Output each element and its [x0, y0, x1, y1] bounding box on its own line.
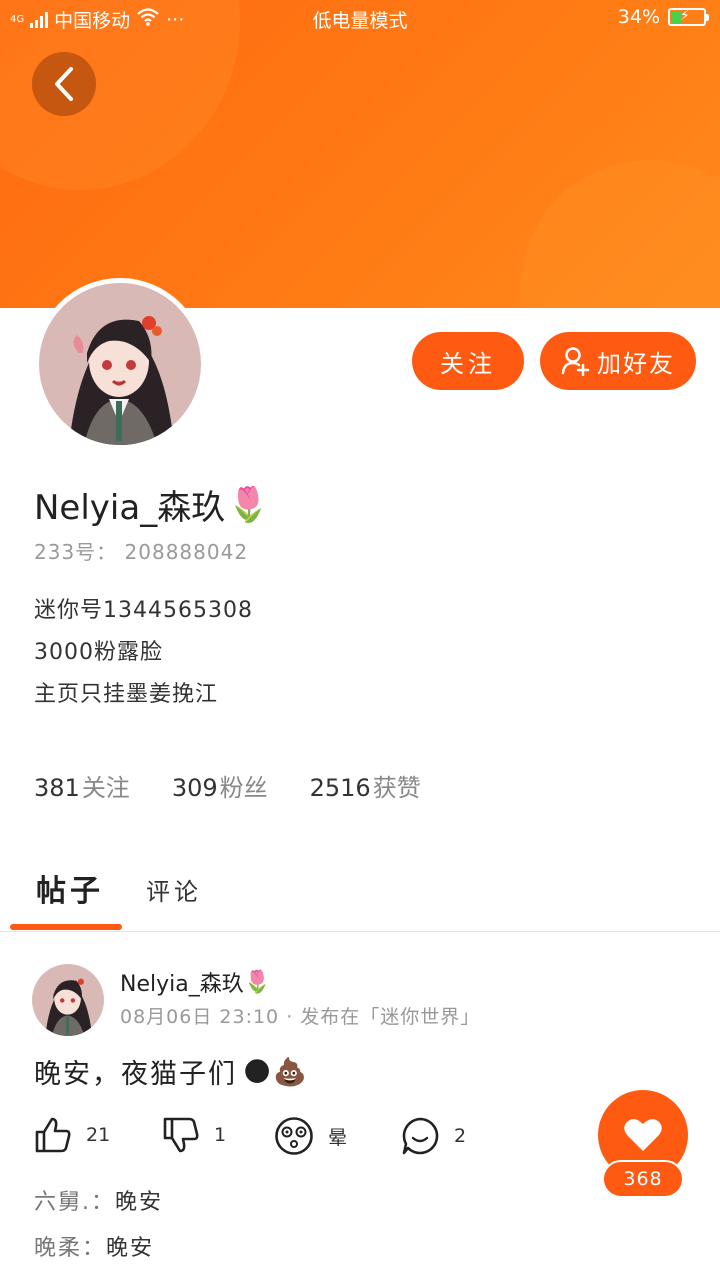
low-power-mode: 低电量模式 [312, 10, 408, 32]
comment-item[interactable]: 六舅.：晚安 [34, 1180, 163, 1226]
fans-label: 粉丝 [219, 774, 268, 802]
battery-icon: ⚡ [668, 8, 709, 26]
comment-text: 晚安 [115, 1190, 164, 1215]
post-author-avatar[interactable] [32, 964, 104, 1036]
back-button[interactable] [32, 52, 96, 116]
content-tabs: 帖子 评论 [0, 858, 720, 932]
bio-line: 主页只挂墨姜挽江 [34, 682, 219, 707]
likes-stat: 2516获赞 [310, 768, 421, 803]
user-id: 233号： 208888042 [34, 540, 249, 564]
downvote-button[interactable]: 1 [162, 1116, 226, 1154]
post-text: 晚安，夜猫子们 [34, 1059, 237, 1090]
upvote-button[interactable]: 21 [34, 1116, 110, 1154]
dizzy-reaction-button[interactable]: 晕 [274, 1116, 347, 1156]
follow-button[interactable]: 关注 [412, 332, 524, 390]
banner-decoration [520, 160, 720, 308]
following-stat[interactable]: 381关注 [34, 768, 130, 803]
status-bar: 4G 中国移动 ··· 低电量模式 34% ⚡ [0, 0, 720, 36]
thumbs-down-icon [163, 1117, 199, 1153]
tulip-emoji: 🌷 [227, 484, 270, 525]
fans-count: 309 [171, 774, 218, 802]
profile-bio: 迷你号1344565308 3000粉露脸 主页只挂墨姜挽江 [34, 590, 253, 716]
likes-count: 2516 [309, 774, 371, 802]
following-label: 关注 [81, 774, 130, 802]
bio-line: 3000粉露脸 [34, 640, 163, 665]
commenter-name: 六舅.： [34, 1190, 115, 1215]
like-total: 368 [602, 1160, 684, 1198]
post-author-name: Nelyia_森玖 [120, 972, 244, 997]
chevron-left-icon [55, 67, 73, 101]
bio-line: 迷你号1344565308 [34, 598, 253, 623]
commenter-name: 晚柔： [34, 1236, 107, 1261]
active-tab-indicator [10, 924, 122, 930]
heart-icon [624, 1119, 662, 1151]
comment-bubble-icon [402, 1117, 439, 1155]
tab-posts[interactable]: 帖子 [36, 866, 104, 910]
following-count: 381 [34, 774, 80, 802]
comment-button[interactable]: 2 [400, 1116, 466, 1156]
battery-percent: 34% [617, 6, 660, 28]
post-actions: 21 1 晕 2 [34, 1116, 474, 1158]
comment-count: 2 [454, 1125, 467, 1147]
dizzy-face-icon [275, 1117, 313, 1155]
upvote-count: 21 [86, 1124, 111, 1146]
add-friend-label: 加好友 [597, 349, 675, 378]
tulip-emoji: 🌷 [243, 969, 272, 995]
dizzy-label: 晕 [328, 1126, 348, 1149]
profile-name-text: Nelyia_森玖 [34, 488, 226, 528]
profile-banner: 4G 中国移动 ··· 低电量模式 34% ⚡ [0, 0, 720, 308]
comment-item[interactable]: 晚柔：晚安 [34, 1226, 163, 1272]
post-meta: 08月06日 23:10 · 发布在「迷你世界」 [120, 1006, 481, 1028]
comment-preview-list: 六舅.：晚安 晚柔：晚安 [34, 1180, 163, 1272]
profile-avatar[interactable] [34, 278, 206, 450]
comment-text: 晚安 [106, 1236, 155, 1261]
likes-label: 获赞 [372, 774, 421, 802]
post-emojis: 🌑💩 [243, 1056, 309, 1088]
downvote-count: 1 [214, 1124, 227, 1146]
tab-comments[interactable]: 评论 [146, 872, 202, 907]
profile-name: Nelyia_森玖 🌷 [34, 480, 270, 529]
post-content[interactable]: 晚安，夜猫子们 🌑💩 [34, 1052, 309, 1091]
add-friend-button[interactable]: 加好友 [540, 332, 696, 390]
thumbs-up-icon [35, 1117, 71, 1153]
add-user-icon [561, 347, 590, 376]
post-author[interactable]: Nelyia_森玖 🌷 [120, 966, 271, 998]
fans-stat[interactable]: 309粉丝 [172, 768, 268, 803]
profile-stats: 381关注 309粉丝 2516获赞 [34, 768, 421, 803]
